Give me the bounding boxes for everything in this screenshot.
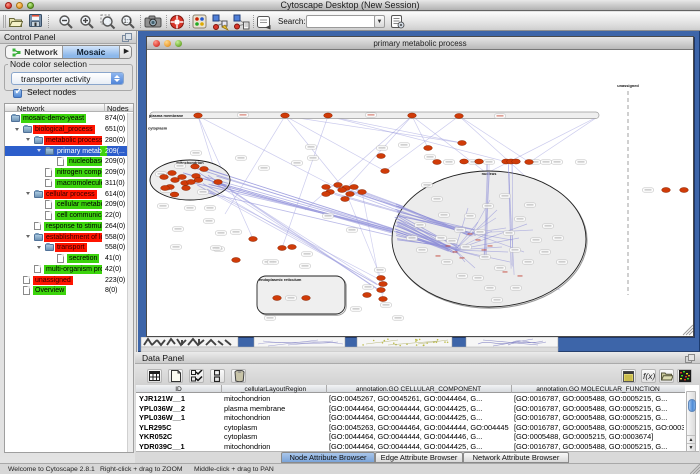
svg-text:unassigned: unassigned	[617, 83, 639, 88]
svg-text:endoplasmic reticulum: endoplasmic reticulum	[259, 277, 302, 282]
svg-text:cytoplasm: cytoplasm	[148, 126, 168, 131]
svg-text:plasma membrane: plasma membrane	[149, 113, 184, 118]
svg-text:1:1: 1:1	[123, 19, 132, 25]
